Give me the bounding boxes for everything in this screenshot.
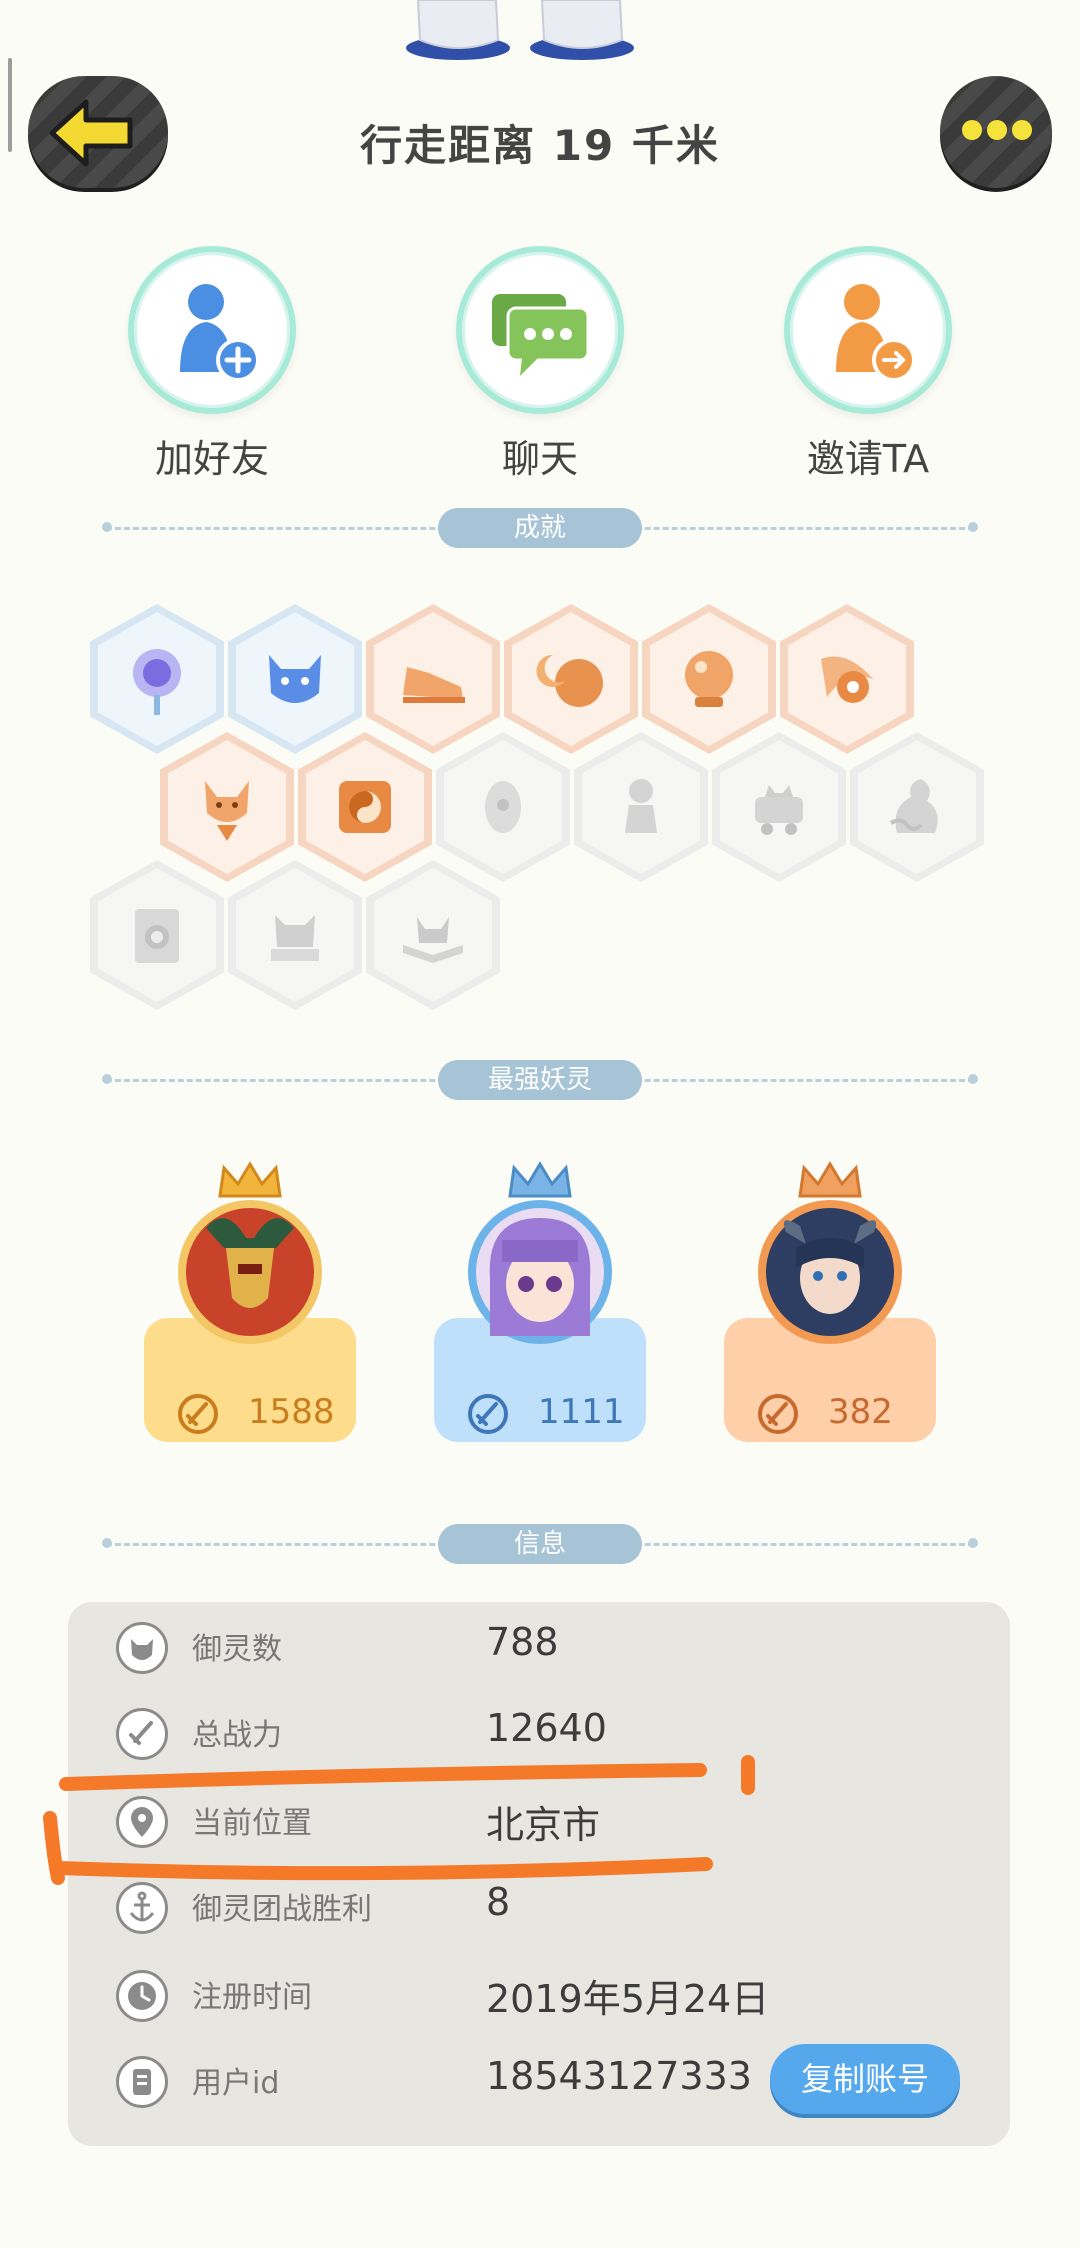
crown-icon bbox=[798, 1161, 862, 1198]
spirit-card-3[interactable]: 382 bbox=[724, 1160, 936, 1460]
id-card-icon bbox=[116, 2056, 168, 2108]
spirit-power: 1588 bbox=[248, 1392, 335, 1432]
cart-badge-icon bbox=[755, 785, 803, 835]
info-row-register-date: 注册时间 2019年5月24日 bbox=[116, 1954, 976, 2034]
achievement-badge[interactable] bbox=[160, 732, 294, 882]
crown-icon bbox=[508, 1161, 572, 1198]
back-button[interactable] bbox=[28, 76, 168, 188]
back-arrow-icon bbox=[49, 99, 133, 167]
achievement-badge[interactable] bbox=[298, 732, 432, 882]
invite-icon bbox=[784, 246, 952, 414]
strongest-spirit-divider: 最强妖灵 bbox=[102, 1060, 978, 1100]
yin-yang-badge-icon bbox=[339, 781, 391, 833]
more-dots-icon bbox=[962, 120, 1032, 142]
dragon-badge-icon bbox=[889, 779, 938, 833]
achievement-badge[interactable] bbox=[228, 604, 362, 754]
page-title: 行走距离 19 千米 bbox=[360, 121, 720, 170]
copy-account-button[interactable]: 复制账号 bbox=[770, 2044, 960, 2114]
crystal-ball-badge-icon bbox=[685, 651, 733, 707]
egg-badge-icon bbox=[485, 781, 521, 833]
character-feet bbox=[406, 0, 634, 60]
add-friend-icon bbox=[128, 246, 296, 414]
invite-button[interactable]: 邀请TA bbox=[768, 246, 968, 483]
sword-icon bbox=[758, 1394, 798, 1434]
achievement-badge[interactable] bbox=[712, 732, 846, 882]
strongest-spirit-heading: 最强妖灵 bbox=[438, 1060, 642, 1100]
scroll-indicator bbox=[8, 58, 12, 152]
invite-label: 邀请TA bbox=[806, 437, 930, 481]
spirit-card-1[interactable]: 1588 bbox=[144, 1160, 356, 1460]
chat-label: 聊天 bbox=[501, 437, 578, 481]
crown-icon bbox=[218, 1161, 282, 1198]
more-options-button[interactable] bbox=[940, 76, 1052, 188]
sneaker-badge-icon bbox=[403, 667, 465, 703]
portal-badge-icon bbox=[133, 649, 181, 715]
yin-yang-comet-badge-icon bbox=[821, 656, 873, 703]
sword-icon bbox=[468, 1394, 508, 1434]
moon-badge-icon bbox=[536, 654, 603, 707]
info-heading: 信息 bbox=[438, 1524, 642, 1564]
demon-badge-icon bbox=[271, 915, 319, 961]
spirit-count-icon bbox=[116, 1622, 168, 1674]
scroll-badge-icon bbox=[135, 909, 179, 963]
achievements-heading: 成就 bbox=[438, 508, 642, 548]
spirit-portrait bbox=[468, 1200, 612, 1344]
chat-icon bbox=[456, 246, 624, 414]
spirit-power: 1111 bbox=[538, 1392, 625, 1432]
achievement-badge[interactable] bbox=[850, 732, 984, 882]
add-friend-button[interactable]: 加好友 bbox=[112, 246, 312, 483]
achievement-badge[interactable] bbox=[366, 860, 500, 1010]
info-row-spirit-count: 御灵数 788 bbox=[116, 1606, 976, 1686]
chat-button[interactable]: 聊天 bbox=[440, 246, 640, 483]
info-divider: 信息 bbox=[102, 1524, 978, 1564]
spirit-portrait bbox=[758, 1200, 902, 1344]
sword-icon bbox=[178, 1394, 218, 1434]
statue-badge-icon bbox=[625, 779, 657, 833]
achievement-badge[interactable] bbox=[780, 604, 914, 754]
book-badge-icon bbox=[403, 917, 463, 963]
achievement-badge[interactable] bbox=[574, 732, 708, 882]
spirit-portrait bbox=[178, 1200, 322, 1344]
add-friend-label: 加好友 bbox=[154, 437, 269, 481]
clock-icon bbox=[116, 1970, 168, 2022]
fox-badge-icon bbox=[205, 781, 249, 841]
spirit-card-2[interactable]: 1111 bbox=[434, 1160, 646, 1460]
achievements-divider: 成就 bbox=[102, 508, 978, 548]
achievement-badge[interactable] bbox=[504, 604, 638, 754]
achievement-badge[interactable] bbox=[436, 732, 570, 882]
achievement-badge[interactable] bbox=[366, 604, 500, 754]
achievement-badge[interactable] bbox=[90, 860, 224, 1010]
spirit-power: 382 bbox=[828, 1392, 893, 1432]
cat-ghost-badge-icon bbox=[269, 655, 321, 703]
achievement-badge[interactable] bbox=[90, 604, 224, 754]
orange-annotation-marks bbox=[43, 1755, 755, 1885]
achievement-badge[interactable] bbox=[642, 604, 776, 754]
achievement-badge[interactable] bbox=[228, 860, 362, 1010]
